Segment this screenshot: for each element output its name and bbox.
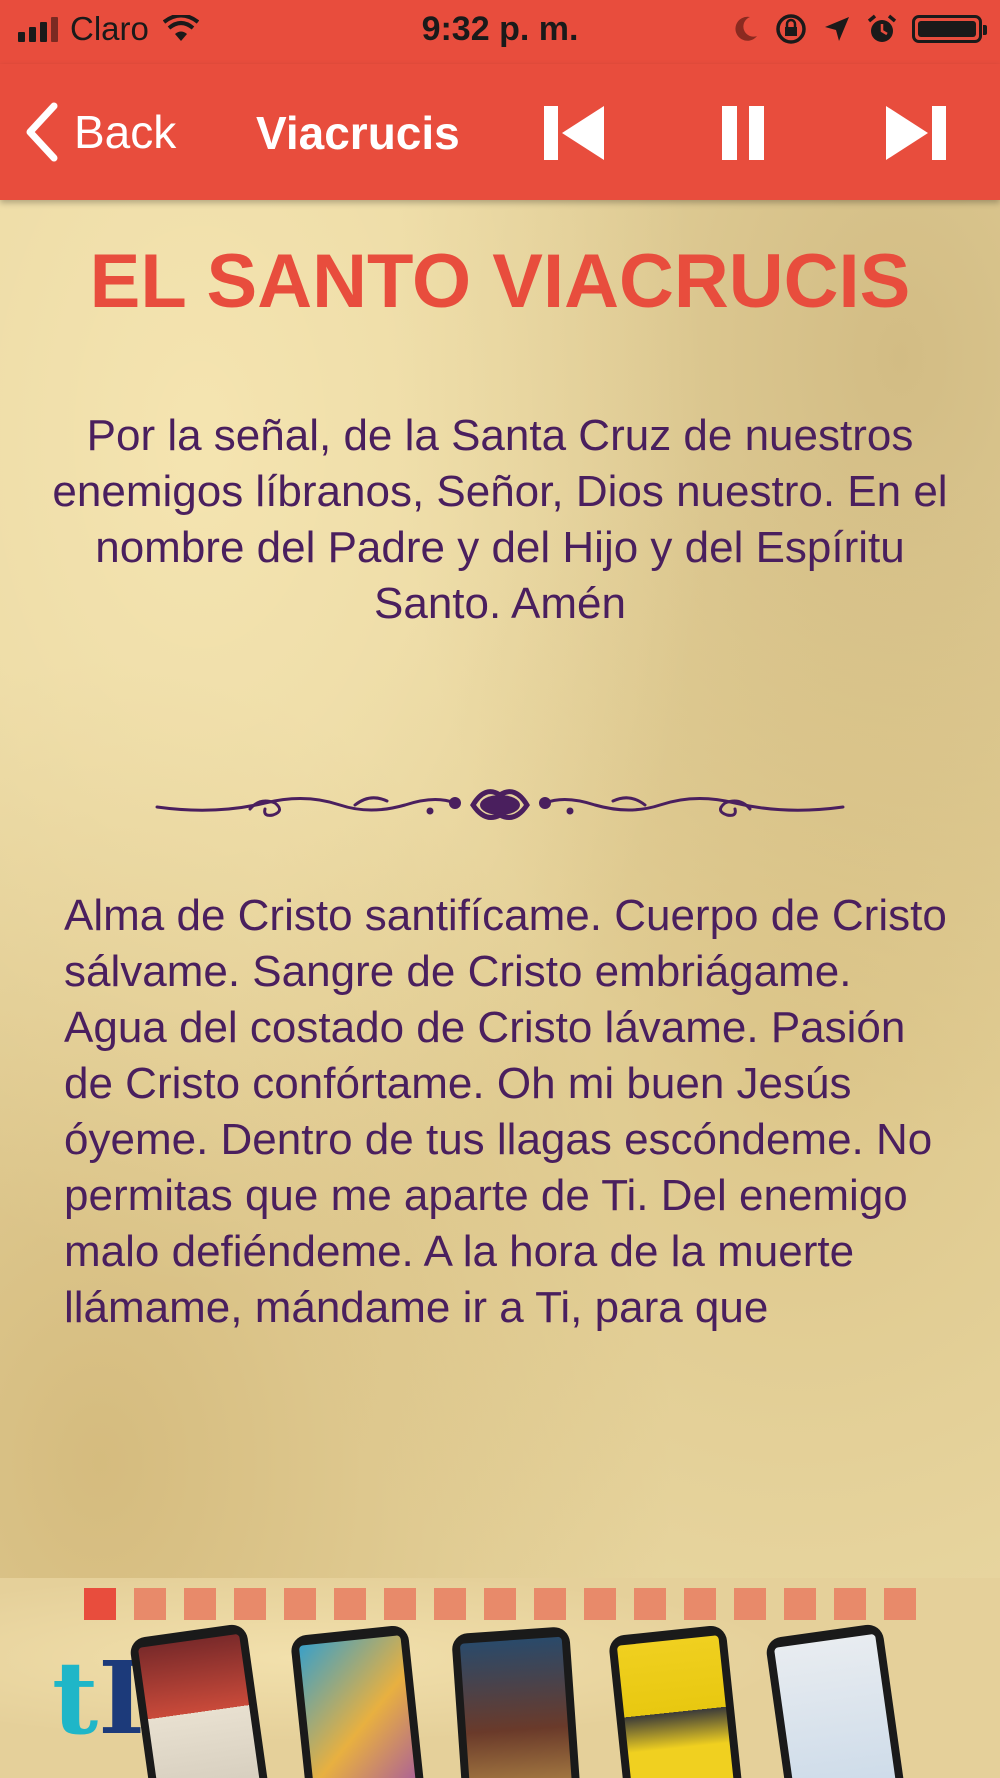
ad-dot[interactable] [434,1588,466,1620]
ad-dot[interactable] [484,1588,516,1620]
skip-previous-icon[interactable] [540,98,610,168]
pause-icon[interactable] [708,98,778,168]
ad-dot[interactable] [884,1588,916,1620]
location-icon [825,17,849,41]
ad-dot[interactable] [834,1588,866,1620]
ad-page-indicator[interactable] [84,1588,916,1620]
rotation-lock-icon [776,14,806,44]
nav-title: Viacrucis [256,107,460,159]
prayer-content[interactable]: EL SANTO VIACRUCIS Por la señal, de la S… [0,200,1000,1778]
nav-bar: Back Viacrucis [0,64,1000,200]
main-prayer-text: Alma de Cristo santifícame. Cuerpo de Cr… [64,891,947,1332]
ad-dot[interactable] [84,1588,116,1620]
ad-dot[interactable] [784,1588,816,1620]
ad-dot[interactable] [384,1588,416,1620]
ad-banner[interactable]: tI [0,1578,1000,1778]
ad-dot[interactable] [584,1588,616,1620]
ad-phone-image[interactable] [289,1624,429,1778]
ad-dot[interactable] [334,1588,366,1620]
alarm-icon [867,14,897,42]
ad-dot[interactable] [684,1588,716,1620]
ad-dot[interactable] [284,1588,316,1620]
ad-dot[interactable] [134,1588,166,1620]
ad-dot[interactable] [734,1588,766,1620]
ornament-divider-icon [155,789,845,820]
intro-prayer-text: Por la señal, de la Santa Cruz de nuestr… [52,411,948,628]
ad-phone-image[interactable] [451,1626,583,1778]
ad-dot[interactable] [634,1588,666,1620]
moon-icon [735,16,757,41]
ad-dot[interactable] [184,1588,216,1620]
back-button[interactable]: Back [24,94,176,170]
status-right [730,12,987,46]
status-bar: Claro 9:32 p. m. [0,0,1000,64]
page-title: EL SANTO VIACRUCIS [89,239,911,324]
ad-dot[interactable] [534,1588,566,1620]
back-label: Back [74,106,177,158]
skip-next-icon[interactable] [880,98,950,168]
battery-icon [912,15,987,43]
ad-phone-image[interactable] [128,1622,274,1778]
ad-phone-image[interactable] [764,1622,910,1778]
ad-phone-image[interactable] [607,1624,747,1778]
chevron-left-icon [26,102,58,162]
ad-dot[interactable] [234,1588,266,1620]
